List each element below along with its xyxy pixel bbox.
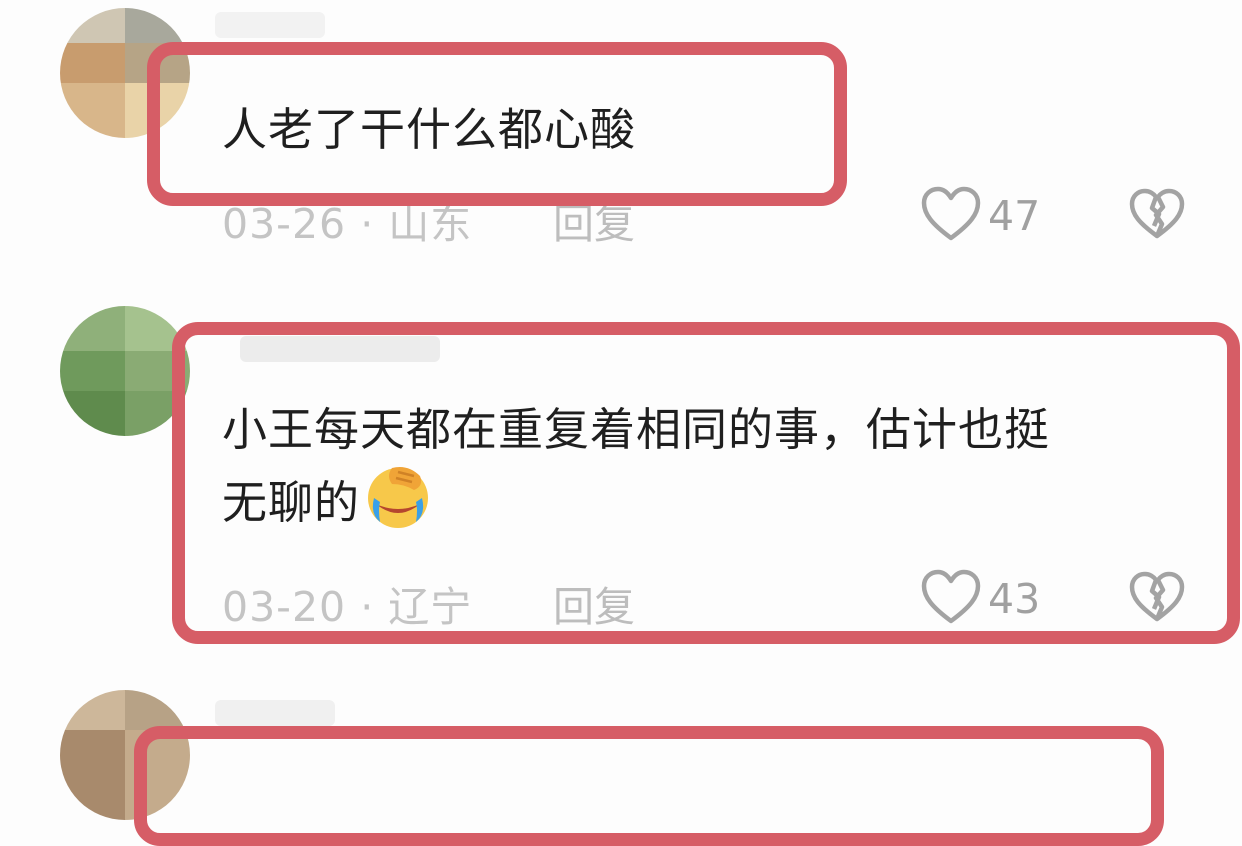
meta-separator: · [360,200,375,248]
like-button[interactable]: 47 [920,186,1040,246]
highlight-box [147,42,847,206]
username-blurred[interactable] [215,700,335,726]
username-blurred[interactable] [215,12,325,38]
highlight-box [134,726,1164,846]
dislike-button[interactable] [1128,188,1186,244]
heart-outline-icon [920,186,982,246]
like-count: 47 [988,192,1041,240]
avatar[interactable] [60,306,190,436]
comment-date: 03-26 [222,200,347,248]
comment-location: 山东 [388,200,473,248]
broken-heart-icon [1128,188,1186,244]
highlight-box [172,322,1240,644]
